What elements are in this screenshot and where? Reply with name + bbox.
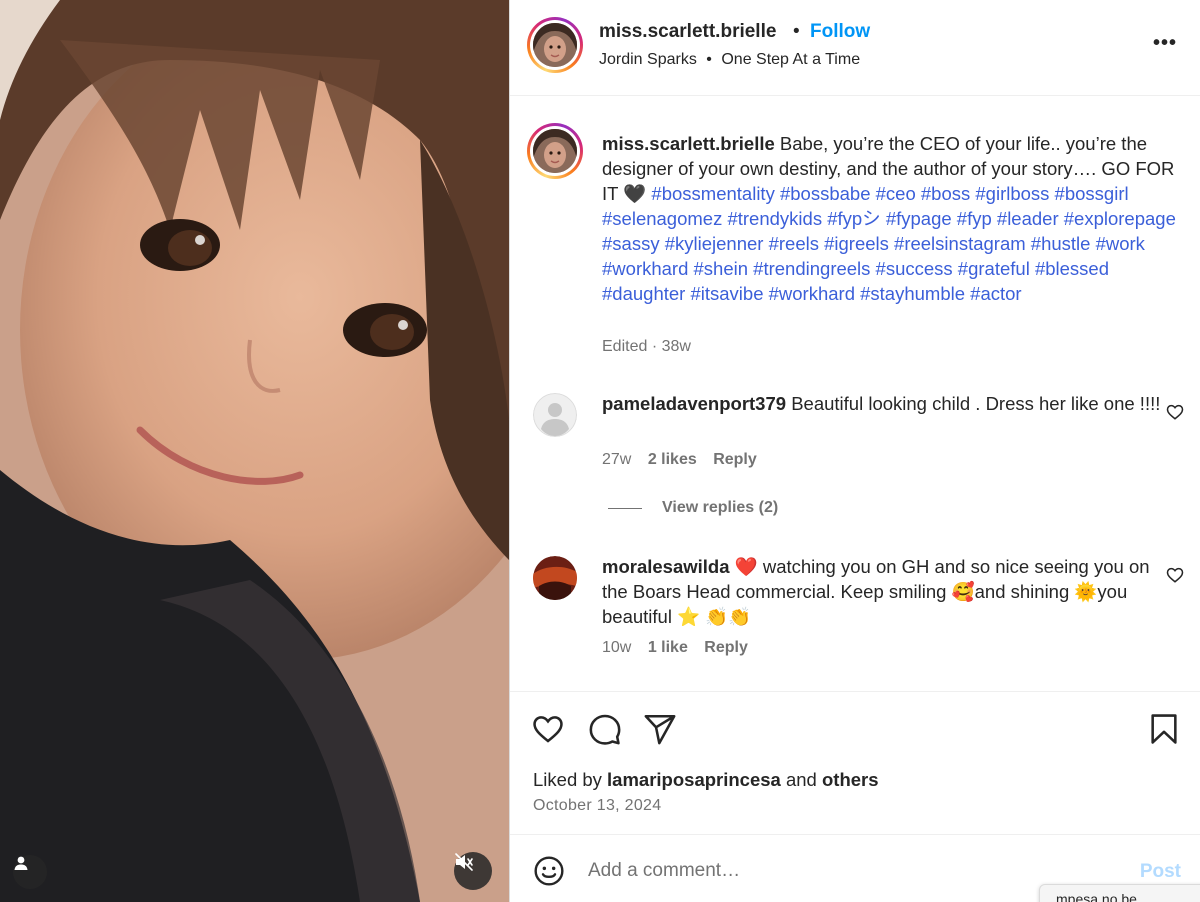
comment-avatar[interactable] [533,393,577,437]
comment-avatar-image [533,556,577,600]
comment-meta: 10w 1 like Reply [602,639,760,657]
caption-hashtags[interactable]: #bossmentality #bossbabe #ceo #boss #gir… [602,183,1176,304]
mute-toggle-button[interactable] [454,852,492,890]
liked-by-prefix: Liked by [533,769,602,790]
comment-meta: 27w 2 likes Reply [602,451,769,469]
default-avatar-icon [533,393,577,437]
header-separator: • [793,21,800,42]
tooltip-popup: mpesa no be [1039,884,1200,902]
liked-by-others[interactable]: others [822,769,879,790]
comment-text: moralesawilda ❤️ watching you on GH and … [602,554,1162,629]
liked-by-user[interactable]: lamariposaprincesa [607,769,781,790]
comment-username[interactable]: pameladavenport379 [602,393,786,414]
audio-artist: Jordin Sparks [599,51,697,68]
liked-by-conjunction: and [785,769,817,790]
audio-separator: • [706,51,712,68]
bookmark-icon[interactable] [1147,712,1181,746]
comment-like-heart-icon[interactable] [1166,566,1184,584]
liked-by-text: Liked by lamariposaprincesa and others [533,769,879,791]
comment-reply-button[interactable]: Reply [713,451,757,468]
share-icon[interactable] [643,712,677,746]
post-header: miss.scarlett.brielle • Follow Jordin Sp… [510,0,1200,96]
comment-like-heart-icon[interactable] [1166,403,1184,421]
follow-button[interactable]: Follow [810,21,870,43]
comment-icon[interactable] [588,712,622,746]
comment-body: Beautiful looking child . Dress her like… [791,393,1161,414]
author-avatar[interactable] [527,17,583,73]
comment-text: pameladavenport379 Beautiful looking chi… [602,391,1162,416]
user-tag-icon [14,856,28,870]
post-detail-panel: miss.scarlett.brielle • Follow Jordin Sp… [509,0,1200,902]
audio-attribution[interactable]: Jordin Sparks • One Step At a Time [599,51,860,69]
comment-avatar[interactable] [533,556,577,600]
comments-scroll-area[interactable]: miss.scarlett.brielle Babe, you’re the C… [510,97,1200,691]
author-avatar-image [533,23,577,67]
muted-speaker-icon [455,853,473,871]
caption-meta: Edited · 38w [602,338,691,355]
view-replies-label: View replies (2) [662,499,779,516]
audio-track: One Step At a Time [721,51,861,68]
tag-user-button[interactable] [13,855,47,889]
author-username[interactable]: miss.scarlett.brielle [599,21,776,43]
view-replies-line [608,507,642,509]
comment-likes[interactable]: 1 like [648,639,688,656]
comment-username[interactable]: moralesawilda [602,556,730,577]
post-date[interactable]: October 13, 2024 [533,797,661,815]
comment-age: 27w [602,451,632,468]
caption-text: miss.scarlett.brielle Babe, you’re the C… [602,131,1192,306]
view-replies-button[interactable]: View replies (2) [608,499,778,517]
comment-likes[interactable]: 2 likes [648,451,697,468]
comment-reply-button[interactable]: Reply [704,639,748,656]
emoji-icon[interactable] [533,855,565,887]
post-actions-section: Liked by lamariposaprincesa and others O… [510,691,1200,835]
post-comment-button[interactable]: Post [1140,861,1181,883]
comment-age: 10w [602,639,632,656]
caption-username[interactable]: miss.scarlett.brielle [602,133,775,154]
post-photo [0,0,509,902]
caption-avatar-image [533,129,577,173]
caption-author-avatar[interactable] [527,123,583,179]
post-media[interactable] [0,0,509,902]
heart-icon[interactable] [531,712,565,746]
more-options-button[interactable]: ••• [1153,32,1177,55]
comment-input[interactable] [588,856,1108,886]
